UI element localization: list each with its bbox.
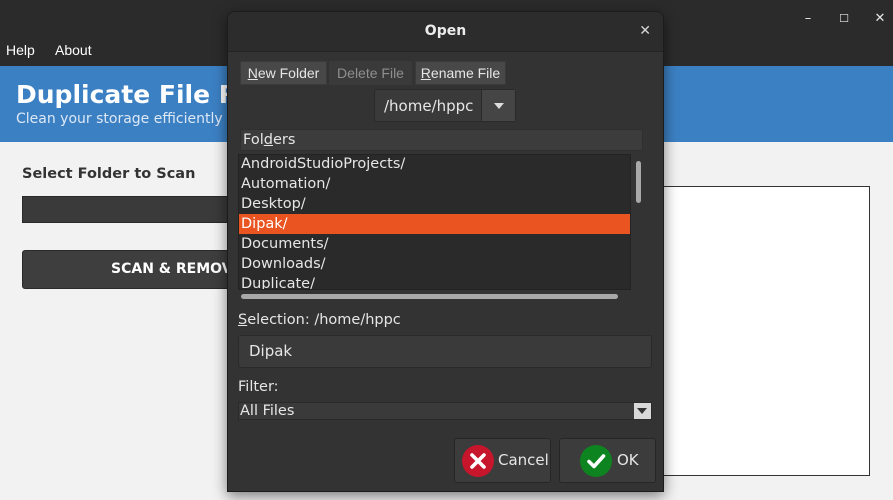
vertical-scrollbar[interactable] bbox=[636, 161, 641, 203]
folders-header-mnemonic: d bbox=[263, 132, 273, 148]
dialog-close-icon[interactable]: ✕ bbox=[639, 23, 651, 39]
menu-about[interactable]: About bbox=[55, 42, 92, 58]
folders-header-post: ers bbox=[272, 132, 296, 148]
chevron-down-icon bbox=[494, 103, 504, 109]
x-circle-icon bbox=[462, 445, 494, 477]
rename-file-mnemonic: R bbox=[420, 65, 431, 81]
delete-file-button: Delete File bbox=[329, 61, 412, 85]
delete-file-mnemonic: D bbox=[337, 65, 348, 81]
folder-item[interactable]: Duplicate/ bbox=[239, 274, 630, 289]
results-area bbox=[640, 186, 870, 476]
close-icon[interactable]: ✕ bbox=[870, 9, 890, 29]
folder-item[interactable]: Documents/ bbox=[239, 234, 630, 254]
horizontal-scrollbar[interactable] bbox=[241, 294, 618, 299]
folder-item[interactable]: Downloads/ bbox=[239, 254, 630, 274]
path-text: /home/hppc bbox=[384, 97, 474, 115]
maximize-icon[interactable]: ☐ bbox=[834, 9, 854, 29]
new-folder-mnemonic: N bbox=[247, 65, 258, 81]
dialog-title: Open bbox=[424, 23, 467, 39]
cancel-label: Cancel bbox=[498, 451, 549, 469]
folders-column-header[interactable]: Folders bbox=[240, 129, 643, 151]
selection-mnemonic: S bbox=[238, 312, 248, 328]
minimize-icon[interactable]: – bbox=[798, 9, 818, 29]
delete-file-label: elete File bbox=[347, 65, 404, 81]
rename-file-button[interactable]: Rename File bbox=[415, 61, 506, 85]
ok-label: OK bbox=[617, 451, 639, 469]
select-folder-label: Select Folder to Scan bbox=[22, 166, 196, 182]
ok-button[interactable]: OK bbox=[559, 438, 656, 483]
filter-value: All Files bbox=[240, 403, 295, 419]
folder-item-selected[interactable]: Dipak/ bbox=[239, 214, 630, 234]
rename-file-label: ename File bbox=[430, 65, 501, 81]
new-folder-label: ew Folder bbox=[257, 65, 320, 81]
menu-help[interactable]: Help bbox=[6, 42, 35, 58]
folder-item[interactable]: Automation/ bbox=[239, 174, 630, 194]
app-title: Duplicate File Re bbox=[16, 80, 255, 109]
new-folder-button[interactable]: New Folder bbox=[240, 61, 327, 85]
path-dropdown-button[interactable] bbox=[481, 90, 515, 121]
folder-item[interactable]: AndroidStudioProjects/ bbox=[239, 155, 630, 174]
dialog-header: Open ✕ bbox=[228, 12, 663, 52]
folder-list[interactable]: AndroidStudioProjects/ Automation/ Deskt… bbox=[238, 154, 631, 290]
selection-label-text: election: /home/hppc bbox=[247, 312, 401, 328]
chevron-down-icon bbox=[637, 408, 647, 414]
filter-dropdown[interactable]: All Files bbox=[238, 402, 652, 420]
selection-label: Selection: /home/hppc bbox=[238, 312, 401, 328]
check-circle-icon bbox=[580, 445, 612, 477]
folders-header-pre: Fol bbox=[243, 132, 264, 148]
path-dropdown[interactable]: /home/hppc bbox=[374, 89, 516, 122]
folder-item[interactable]: Desktop/ bbox=[239, 194, 630, 214]
scan-remove-button[interactable]: SCAN & REMOV bbox=[22, 250, 242, 289]
filter-label: Filter: bbox=[238, 379, 279, 395]
filter-dropdown-button[interactable] bbox=[634, 403, 651, 419]
selection-input[interactable]: Dipak bbox=[238, 335, 652, 368]
open-dialog: Open ✕ New Folder Delete File Rename Fil… bbox=[227, 11, 664, 492]
folder-path-field[interactable] bbox=[22, 196, 242, 223]
app-subtitle: Clean your storage efficiently bbox=[16, 111, 223, 127]
cancel-button[interactable]: Cancel bbox=[454, 438, 551, 483]
